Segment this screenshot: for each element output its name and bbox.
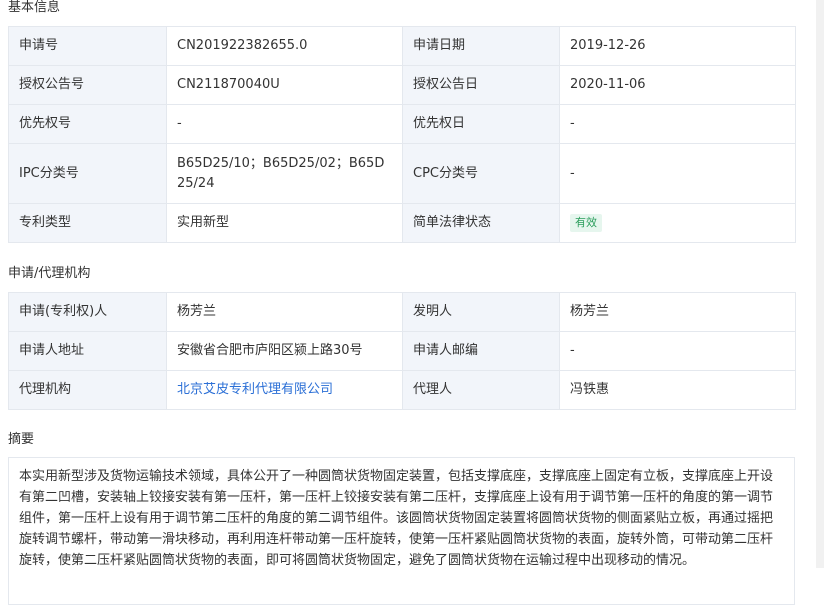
table-row: 代理机构 北京艾皮专利代理有限公司 代理人 冯铁惠 <box>8 370 796 410</box>
label-application-date: 申请日期 <box>402 26 560 66</box>
value-patent-type: 实用新型 <box>166 203 403 243</box>
value-application-number: CN201922382655.0 <box>166 26 403 66</box>
basic-info-table: 申请号 CN201922382655.0 申请日期 2019-12-26 授权公… <box>8 26 796 243</box>
page-scrollbar[interactable] <box>816 0 824 568</box>
section-title-basic-info: 基本信息 <box>8 0 61 15</box>
label-patent-type: 专利类型 <box>8 203 167 243</box>
value-grant-date: 2020-11-06 <box>559 65 796 105</box>
value-applicant: 杨芳兰 <box>166 292 403 332</box>
label-postal-code: 申请人邮编 <box>402 331 560 371</box>
value-ipc: B65D25/10；B65D25/02；B65D25/24 <box>166 143 403 204</box>
label-ipc: IPC分类号 <box>8 143 167 204</box>
label-grant-number: 授权公告号 <box>8 65 167 105</box>
label-legal-status: 简单法律状态 <box>402 203 560 243</box>
label-priority-date: 优先权日 <box>402 104 560 144</box>
value-grant-number: CN211870040U <box>166 65 403 105</box>
label-grant-date: 授权公告日 <box>402 65 560 105</box>
section-title-abstract: 摘要 <box>8 432 35 447</box>
table-row: 申请(专利权)人 杨芳兰 发明人 杨芳兰 <box>8 292 796 332</box>
value-cpc: - <box>559 143 796 204</box>
label-applicant-address: 申请人地址 <box>8 331 167 371</box>
value-postal-code: - <box>559 331 796 371</box>
value-agency-cell: 北京艾皮专利代理有限公司 <box>166 370 403 410</box>
applicant-table: 申请(专利权)人 杨芳兰 发明人 杨芳兰 申请人地址 安徽省合肥市庐阳区颍上路3… <box>8 292 796 410</box>
value-agent: 冯铁惠 <box>559 370 796 410</box>
value-applicant-address: 安徽省合肥市庐阳区颍上路30号 <box>166 331 403 371</box>
label-inventor: 发明人 <box>402 292 560 332</box>
label-agent: 代理人 <box>402 370 560 410</box>
label-applicant: 申请(专利权)人 <box>8 292 167 332</box>
abstract-text: 本实用新型涉及货物运输技术领域，具体公开了一种圆筒状货物固定装置，包括支撑底座，… <box>8 457 795 605</box>
label-priority-number: 优先权号 <box>8 104 167 144</box>
label-agency: 代理机构 <box>8 370 167 410</box>
status-badge: 有效 <box>570 214 602 232</box>
table-row: 申请人地址 安徽省合肥市庐阳区颍上路30号 申请人邮编 - <box>8 331 796 371</box>
table-row: IPC分类号 B65D25/10；B65D25/02；B65D25/24 CPC… <box>8 143 796 204</box>
table-row: 优先权号 - 优先权日 - <box>8 104 796 144</box>
agency-link[interactable]: 北京艾皮专利代理有限公司 <box>177 382 333 397</box>
value-application-date: 2019-12-26 <box>559 26 796 66</box>
value-legal-status-cell: 有效 <box>559 203 796 243</box>
label-application-number: 申请号 <box>8 26 167 66</box>
value-priority-number: - <box>166 104 403 144</box>
value-priority-date: - <box>559 104 796 144</box>
label-cpc: CPC分类号 <box>402 143 560 204</box>
table-row: 授权公告号 CN211870040U 授权公告日 2020-11-06 <box>8 65 796 105</box>
value-inventor: 杨芳兰 <box>559 292 796 332</box>
table-row: 申请号 CN201922382655.0 申请日期 2019-12-26 <box>8 26 796 66</box>
table-row: 专利类型 实用新型 简单法律状态 有效 <box>8 203 796 243</box>
section-title-applicant-agency: 申请/代理机构 <box>8 266 91 281</box>
